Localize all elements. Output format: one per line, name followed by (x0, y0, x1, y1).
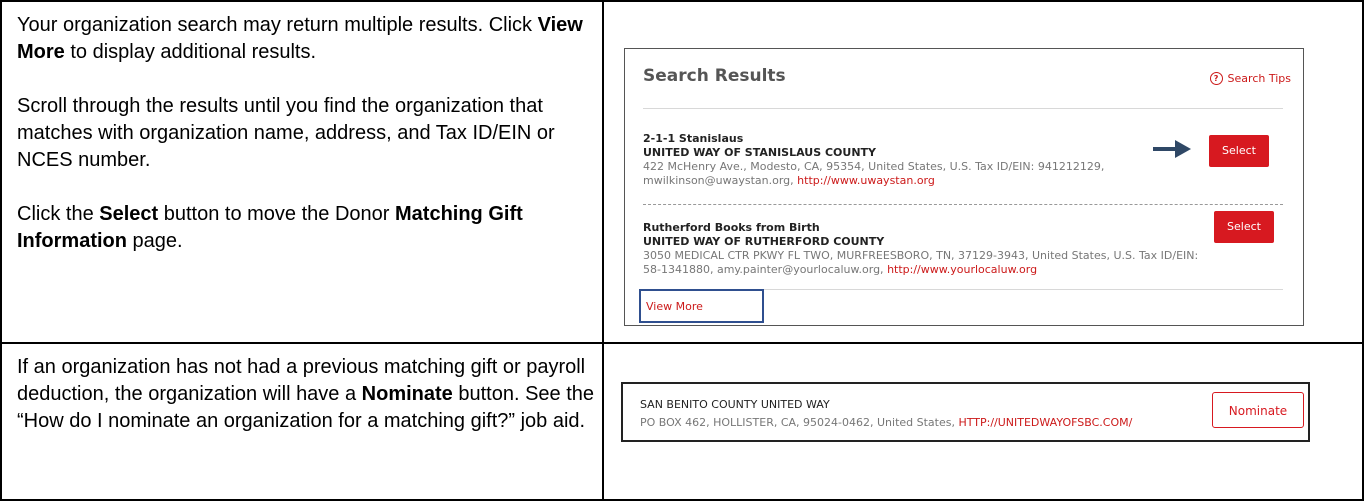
instruction-view-more: Your organization search may return mult… (17, 12, 597, 66)
table-border-left (0, 0, 2, 501)
row2-instructions: If an organization has not had a previou… (17, 354, 597, 435)
org-address: PO BOX 462, HOLLISTER, CA, 95024-0462, U… (640, 416, 1132, 429)
view-more-button[interactable]: View More (639, 289, 764, 323)
search-tips-link[interactable]: ? Search Tips (1209, 72, 1291, 85)
instruction-scroll: Scroll through the results until you fin… (17, 95, 555, 171)
search-tips-label: Search Tips (1227, 72, 1291, 85)
result-address: 422 McHenry Ave., Modesto, CA, 95354, Un… (643, 160, 1105, 173)
instruction-bold: Select (99, 203, 159, 225)
instruction-nominate: If an organization has not had a previou… (17, 354, 597, 435)
result-address: 3050 MEDICAL CTR PKWY FL TWO, MURFREESBO… (643, 249, 1199, 262)
instruction-select: Click the Select button to move the Dono… (17, 201, 597, 255)
result-url-link[interactable]: http://www.uwaystan.org (797, 174, 935, 187)
search-results-title: Search Results (643, 66, 786, 86)
select-button[interactable]: Select (1214, 211, 1274, 243)
question-circle-icon: ? (1209, 72, 1223, 85)
row1-instructions: Your organization search may return mult… (17, 12, 597, 255)
result-email: 58-1341880, amy.painter@yourlocaluw.org, (643, 263, 888, 276)
result-item: Rutherford Books from Birth UNITED WAY O… (643, 221, 1273, 277)
divider (643, 108, 1283, 109)
divider (643, 204, 1283, 205)
org-url-link[interactable]: HTTP://UNITEDWAYOFSBC.COM/ (958, 416, 1132, 429)
nominate-button[interactable]: Nominate (1212, 392, 1304, 428)
result-url-link[interactable]: http://www.yourlocaluw.org (887, 263, 1037, 276)
instruction-text: to display additional results. (64, 41, 317, 63)
table-row-divider (0, 342, 1364, 344)
org-name: SAN BENITO COUNTY UNITED WAY (640, 398, 830, 411)
table-column-divider (602, 0, 604, 501)
instruction-text: button to move the Donor (158, 203, 395, 225)
result-email: mwilkinson@uwaystan.org, (643, 174, 798, 187)
result-contact: mwilkinson@uwaystan.org, http://www.uway… (643, 174, 1273, 188)
result-contact: 58-1341880, amy.painter@yourlocaluw.org,… (643, 263, 1273, 277)
instruction-text: Click the (17, 203, 100, 225)
search-results-screenshot: Search Results ? Search Tips 2-1-1 Stani… (624, 48, 1304, 326)
nominate-screenshot: SAN BENITO COUNTY UNITED WAY PO BOX 462,… (621, 382, 1310, 442)
select-button[interactable]: Select (1209, 135, 1269, 167)
instruction-bold: Nominate (361, 383, 453, 405)
org-address-text: PO BOX 462, HOLLISTER, CA, 95024-0462, U… (640, 416, 959, 429)
instruction-text: Your organization search may return mult… (17, 14, 538, 36)
table-border-top (0, 0, 1364, 2)
result-parent-org: UNITED WAY OF RUTHERFORD COUNTY (643, 235, 885, 248)
arrow-right-icon (1153, 140, 1191, 158)
instruction-text: page. (127, 230, 183, 252)
instruction-table: Your organization search may return mult… (0, 0, 1364, 501)
result-name: Rutherford Books from Birth (643, 221, 820, 234)
